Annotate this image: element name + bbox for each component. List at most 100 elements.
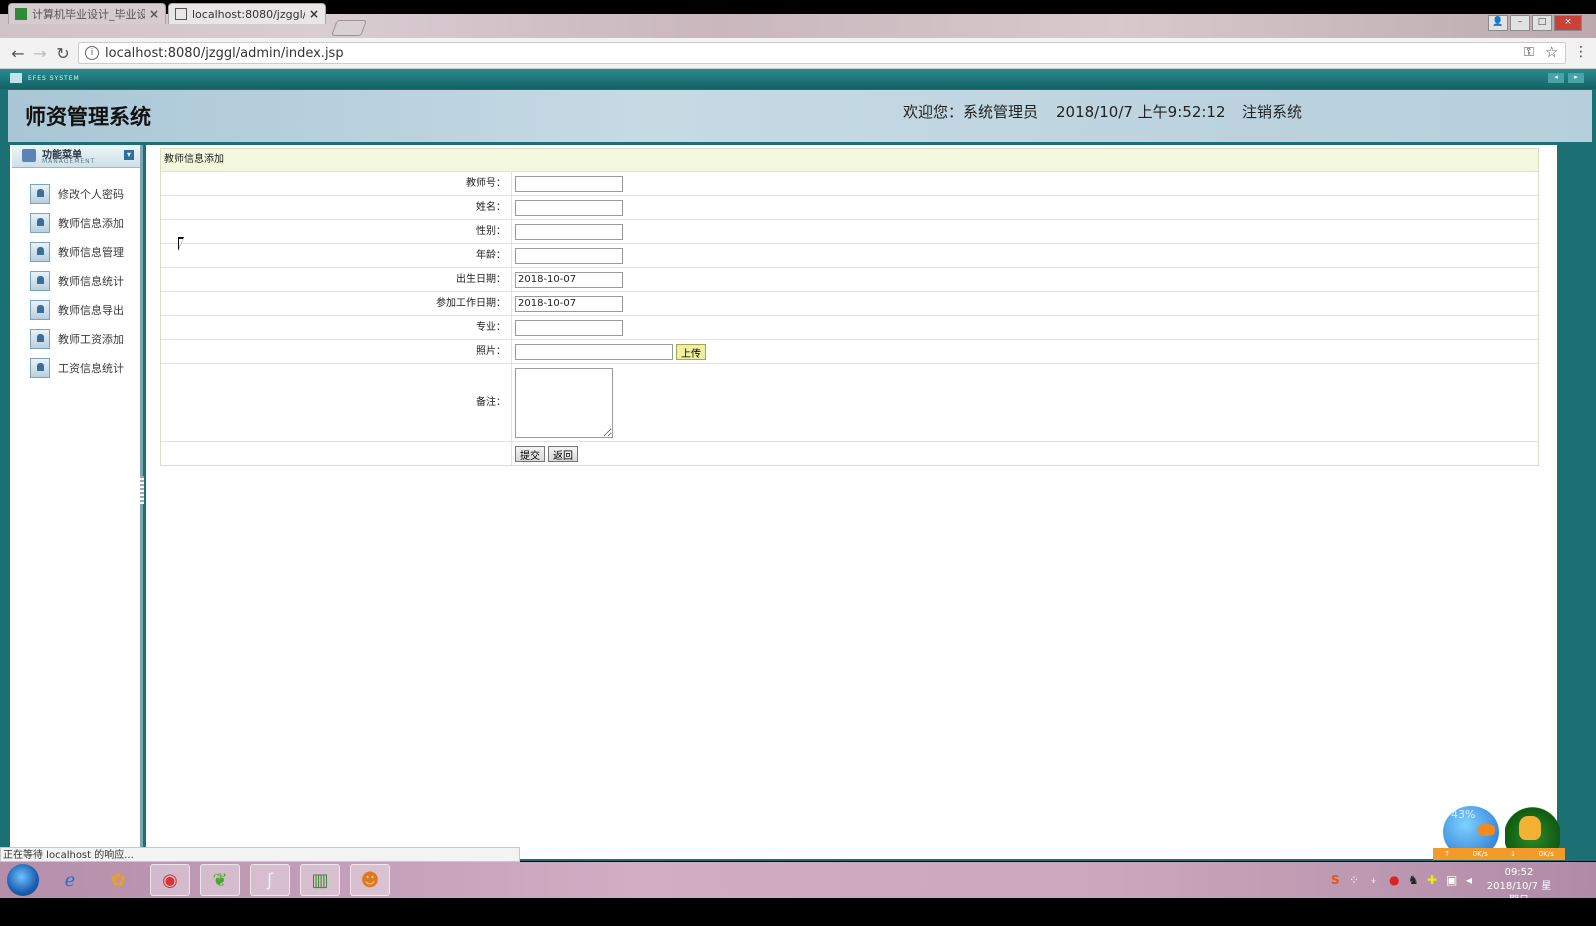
chart-app-icon[interactable]: ▥ (300, 864, 340, 896)
forward-arrow-icon[interactable]: → (30, 44, 50, 63)
logout-link[interactable]: 注销系统 (1242, 101, 1302, 122)
network-speed-widget[interactable]: 43% ↑ 0K/s ↓ 0K/s (1433, 798, 1565, 861)
url-input[interactable]: i localhost:8080/jzggl/admin/index.jsp (78, 42, 1566, 64)
mascot-app-icon[interactable]: ☻ (350, 864, 390, 896)
form-row-photo: 照片： 上传 (161, 340, 1538, 364)
ime-settings-icon[interactable]: ⁘ (1349, 873, 1359, 887)
shield-icon[interactable]: ✚ (1427, 873, 1437, 887)
user-icon[interactable]: 👤 (1488, 15, 1508, 31)
photo-path-input[interactable] (515, 343, 673, 360)
sidebar-item-teacher-add[interactable]: 教师信息添加 (30, 212, 124, 234)
tray-app-icon[interactable]: ♞ (1408, 873, 1419, 887)
submit-button[interactable]: 提交 (515, 445, 545, 462)
welcome-text: 欢迎您：系统管理员 (903, 103, 1039, 121)
browser-status-text: 正在等待 localhost 的响应... (0, 847, 520, 862)
user-card-icon (30, 329, 50, 349)
screen-bottom-border (0, 898, 1596, 926)
remarks-textarea[interactable] (515, 367, 613, 438)
app-logo-icon (10, 73, 22, 83)
form-row-major: 专业： (161, 316, 1538, 340)
field-label: 姓名： (161, 196, 512, 219)
security-icon[interactable]: ● (1389, 873, 1399, 887)
sidebar-subtitle: MANAGEMENT (42, 158, 96, 165)
form-row-work-date: 参加工作日期： (161, 292, 1538, 316)
volume-icon[interactable]: ◂ (1466, 873, 1472, 887)
upload-button[interactable]: 上传 (676, 343, 706, 360)
sidebar-splitter-handle[interactable] (140, 476, 144, 504)
browser-menu-icon[interactable]: ⋮ (1574, 44, 1588, 60)
collapse-chevron-icon[interactable]: ▾ (124, 150, 134, 160)
chrome-icon[interactable]: ◉ (150, 864, 190, 896)
bookmark-star-icon[interactable]: ☆ (1545, 43, 1558, 61)
close-tab-icon[interactable]: × (149, 7, 159, 21)
goldfish-icon (1477, 824, 1495, 836)
cat-icon (1519, 816, 1541, 840)
form-row-name: 姓名： (161, 196, 1538, 220)
form-row-teacher-no: 教师号： (161, 172, 1538, 196)
eclipse-app-icon[interactable]: ʃ (250, 864, 290, 896)
sidebar-item-salary-stats[interactable]: 工资信息统计 (30, 357, 124, 379)
age-input[interactable] (515, 247, 623, 264)
current-datetime: 2018/10/7 上午9:52:12 (1056, 103, 1226, 121)
sidebar-item-label: 教师信息导出 (58, 304, 124, 317)
key-icon[interactable]: ⚿ (1524, 45, 1534, 60)
form-row-gender: 性别： (161, 220, 1538, 244)
app-strip-label: EFES SYSTEM (28, 75, 80, 82)
sidebar-item-label: 教师信息统计 (58, 275, 124, 288)
form-row-birth-date: 出生日期： (161, 268, 1538, 292)
work-date-input[interactable] (515, 295, 623, 312)
form-row-age: 年龄： (161, 244, 1538, 268)
gender-input[interactable] (515, 223, 623, 240)
sidebar-item-label: 修改个人密码 (58, 188, 124, 201)
site-info-icon[interactable]: i (85, 46, 99, 60)
upload-arrow-icon: ↑ (1444, 850, 1451, 858)
leaf-app-icon[interactable]: ❦ (200, 864, 240, 896)
user-card-icon (30, 300, 50, 320)
window-close-button[interactable]: × (1554, 15, 1582, 31)
start-button-icon[interactable] (7, 864, 39, 896)
download-arrow-icon: ↓ (1510, 850, 1517, 858)
field-label: 参加工作日期： (161, 292, 512, 315)
ie-browser-icon[interactable]: ℯ (50, 864, 90, 896)
sidebar-item-salary-add[interactable]: 教师工资添加 (30, 328, 124, 350)
usb-icon[interactable]: ⍖ (1370, 873, 1377, 888)
form-row-remarks: 备注： (161, 364, 1538, 442)
sidebar-item-label: 教师工资添加 (58, 333, 124, 346)
actions-label-cell (161, 442, 512, 465)
field-label: 教师号： (161, 172, 512, 195)
url-text: localhost:8080/jzggl/admin/index.jsp (105, 45, 344, 61)
field-label: 备注： (161, 364, 512, 441)
scroll-right-icon[interactable]: ▸ (1568, 73, 1584, 83)
right-frame-border (1557, 145, 1569, 859)
maximize-button[interactable]: □ (1532, 15, 1552, 31)
scroll-left-icon[interactable]: ◂ (1548, 73, 1564, 83)
teacher-no-input[interactable] (515, 175, 623, 192)
field-label: 年龄： (161, 244, 512, 267)
reload-icon[interactable]: ↻ (53, 44, 73, 63)
app-cluster-icon[interactable]: ✿ (98, 864, 138, 896)
download-speed: 0K/s (1538, 850, 1554, 858)
new-tab-button[interactable] (331, 20, 367, 36)
sogou-ime-icon[interactable]: S (1331, 873, 1340, 887)
back-arrow-icon[interactable]: ← (8, 44, 28, 63)
network-icon[interactable]: ▣ (1446, 873, 1457, 887)
user-card-icon (30, 242, 50, 262)
close-tab-icon[interactable]: × (309, 7, 319, 21)
back-button[interactable]: 返回 (548, 445, 578, 462)
field-label: 照片： (161, 340, 512, 363)
tab-inactive[interactable]: 计算机毕业设计_毕业设 × (8, 3, 166, 24)
tab-active[interactable]: localhost:8080/jzggl/ad × (168, 3, 326, 24)
menu-icon (22, 149, 36, 162)
name-input[interactable] (515, 199, 623, 216)
sidebar-item-teacher-manage[interactable]: 教师信息管理 (30, 241, 124, 263)
sidebar-item-label: 工资信息统计 (58, 362, 124, 375)
sidebar-item-change-password[interactable]: 修改个人密码 (30, 183, 124, 205)
birth-date-input[interactable] (515, 271, 623, 288)
sidebar-item-teacher-stats[interactable]: 教师信息统计 (30, 270, 124, 292)
system-name: 师资管理系统 (25, 105, 151, 129)
teacher-add-form: 教师信息添加 教师号： 姓名： 性别： 年龄： 出生日期： 参加工作日期： 专业… (160, 148, 1539, 466)
app-header (8, 90, 1592, 142)
major-input[interactable] (515, 319, 623, 336)
sidebar-item-teacher-export[interactable]: 教师信息导出 (30, 299, 124, 321)
minimize-button[interactable]: – (1510, 15, 1530, 31)
